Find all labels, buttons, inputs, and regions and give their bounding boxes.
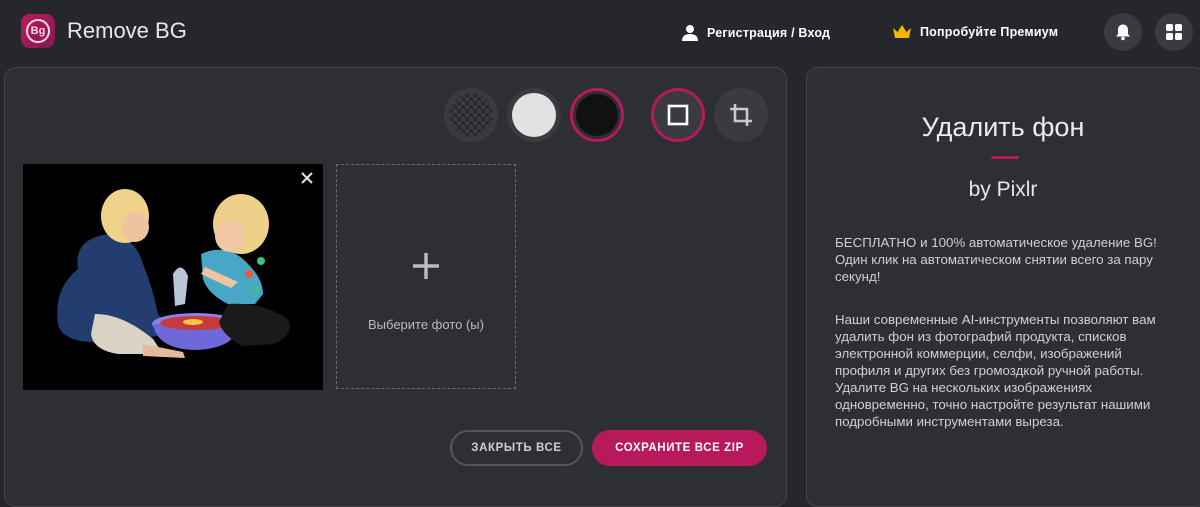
login-label: Регистрация / Вход	[707, 26, 831, 40]
info-subtitle: by Pixlr	[968, 178, 1038, 201]
processed-image-card[interactable]	[23, 164, 323, 390]
transparent-checker	[449, 93, 493, 137]
children-photo	[57, 189, 290, 358]
info-title: Удалить фон	[921, 112, 1085, 142]
info-paragraph-ai: Наши современные AI-инструменты позволяю…	[835, 312, 1156, 429]
close-all-button[interactable]: ЗАКРЫТЬ ВСЕ	[450, 430, 583, 466]
dropzone-label: Выберите фото (ы)	[368, 317, 484, 332]
black-dot	[576, 94, 618, 136]
remove-image-icon[interactable]	[301, 172, 313, 184]
plus-icon	[413, 253, 439, 279]
title-underline	[991, 156, 1019, 159]
crop-icon	[730, 104, 752, 126]
app-logo[interactable]: Bg	[21, 14, 55, 48]
apps-grid-icon	[1166, 24, 1182, 40]
bell-icon	[1116, 24, 1130, 41]
crop-mode-button[interactable]	[714, 88, 768, 142]
login-link[interactable]: Регистрация / Вход	[681, 24, 830, 42]
top-bar: Bg Remove BG Регистрация / Вход Попробуй…	[0, 0, 1200, 64]
bg-white-swatch[interactable]	[507, 88, 561, 142]
bg-black-swatch[interactable]	[570, 88, 624, 142]
user-icon	[682, 25, 698, 41]
square-icon	[667, 104, 689, 126]
add-photo-dropzone[interactable]: Выберите фото (ы)	[336, 164, 516, 389]
apps-menu-button[interactable]	[1155, 13, 1193, 51]
info-paragraph-free: БЕСПЛАТНО и 100% автоматическое удаление…	[835, 235, 1157, 284]
border-mode-button[interactable]	[651, 88, 705, 142]
logo-mark: Bg	[26, 19, 50, 43]
save-all-zip-button[interactable]: СОХРАНИТЕ ВСЕ ZIP	[592, 430, 767, 466]
app-title: Remove BG	[67, 18, 187, 43]
premium-link[interactable]: Попробуйте Премиум	[892, 24, 1058, 40]
notifications-button[interactable]	[1104, 13, 1142, 51]
crown-icon	[893, 25, 911, 38]
premium-label: Попробуйте Премиум	[920, 25, 1059, 39]
white-dot	[512, 93, 556, 137]
bg-transparent-swatch[interactable]	[444, 88, 498, 142]
